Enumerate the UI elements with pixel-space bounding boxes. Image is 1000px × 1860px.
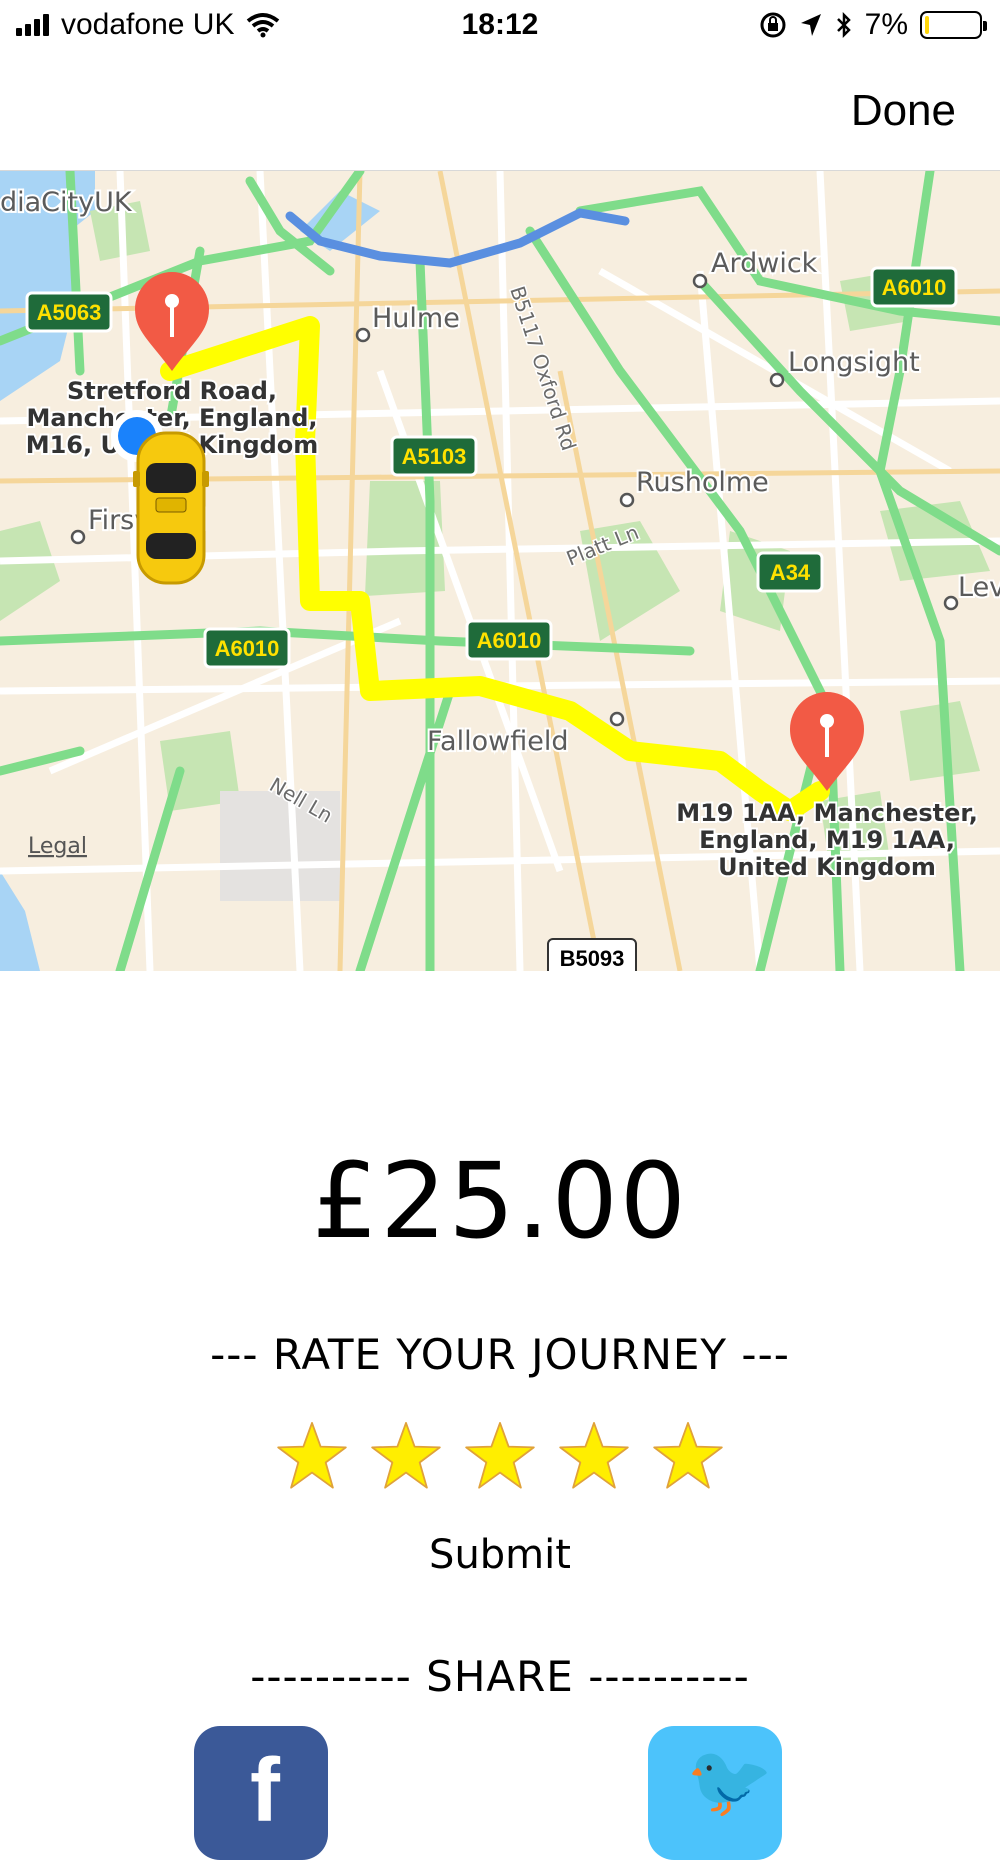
dropoff-address-line-2: England, M19 1AA, [699,826,955,854]
rate-journey-heading: --- RATE YOUR JOURNEY --- [210,1330,790,1379]
road-shield-b5093: B5093 [547,938,637,971]
status-right: 7% [759,8,987,42]
label-hulme: Hulme [372,303,460,334]
map-canvas[interactable]: A5063 A6010 A5103 A34 A6010 A6010 B5093 … [0,171,1000,971]
road-shield-a5103: A5103 [390,435,478,477]
label-ardwick: Ardwick [711,248,818,279]
dropoff-address-line-3: United Kingdom [718,853,936,881]
star-icon[interactable] [370,1420,442,1492]
road-shield-a5063: A5063 [25,291,113,333]
star-rating[interactable] [0,1420,1000,1492]
route-map[interactable]: A5063 A6010 A5103 A34 A6010 A6010 B5093 … [0,170,1000,971]
facebook-share-button[interactable]: f [194,1726,328,1860]
twitter-icon: 🐦 [686,1740,774,1822]
label-fallowfield: Fallowfield [427,726,568,757]
star-icon[interactable] [652,1420,724,1492]
svg-text:A6010: A6010 [215,636,280,661]
pickup-address-line-1: Stretford Road, [67,377,277,405]
bluetooth-icon [836,11,851,39]
svg-text:A6010: A6010 [477,628,542,653]
navigation-bar: Done [0,56,1000,170]
location-arrow-icon [800,14,821,36]
road-shield-a6010-w: A6010 [203,627,291,669]
submit-button[interactable]: Submit [0,1532,1000,1578]
status-bar: vodafone UK 18:12 7% [0,0,1000,56]
battery-percent: 7% [864,8,908,41]
legal-link[interactable]: Legal [28,834,87,859]
label-levenshulme: Lev [958,572,1000,603]
battery-icon [920,11,987,39]
svg-text:A5063: A5063 [37,300,102,325]
svg-text:A5103: A5103 [402,444,467,469]
taxi-car-icon [133,431,209,585]
label-mediacity: diaCityUK [0,187,133,218]
road-shield-a6010-c: A6010 [465,619,553,661]
svg-text:B5093: B5093 [560,946,625,971]
done-button[interactable]: Done [851,86,956,136]
star-icon[interactable] [558,1420,630,1492]
svg-text:A34: A34 [770,560,811,585]
svg-text:A6010: A6010 [882,275,947,300]
battery-level [925,16,929,34]
road-shield-a6010-ne: A6010 [870,266,958,308]
twitter-share-button[interactable]: 🐦 [648,1726,782,1860]
facebook-icon: f [250,1741,280,1841]
label-longsight: Longsight [788,347,920,378]
dropoff-address-line-1: M19 1AA, Manchester, [676,799,978,827]
road-shield-a34: A34 [756,551,824,593]
share-heading: ---------- SHARE ---------- [250,1652,750,1701]
pickup-address-line-2: Manchester, England, [26,404,317,432]
orientation-lock-icon [760,12,786,38]
fare-amount: £25.00 [312,1140,688,1262]
label-rusholme: Rusholme [636,467,769,498]
star-icon[interactable] [464,1420,536,1492]
star-icon[interactable] [276,1420,348,1492]
